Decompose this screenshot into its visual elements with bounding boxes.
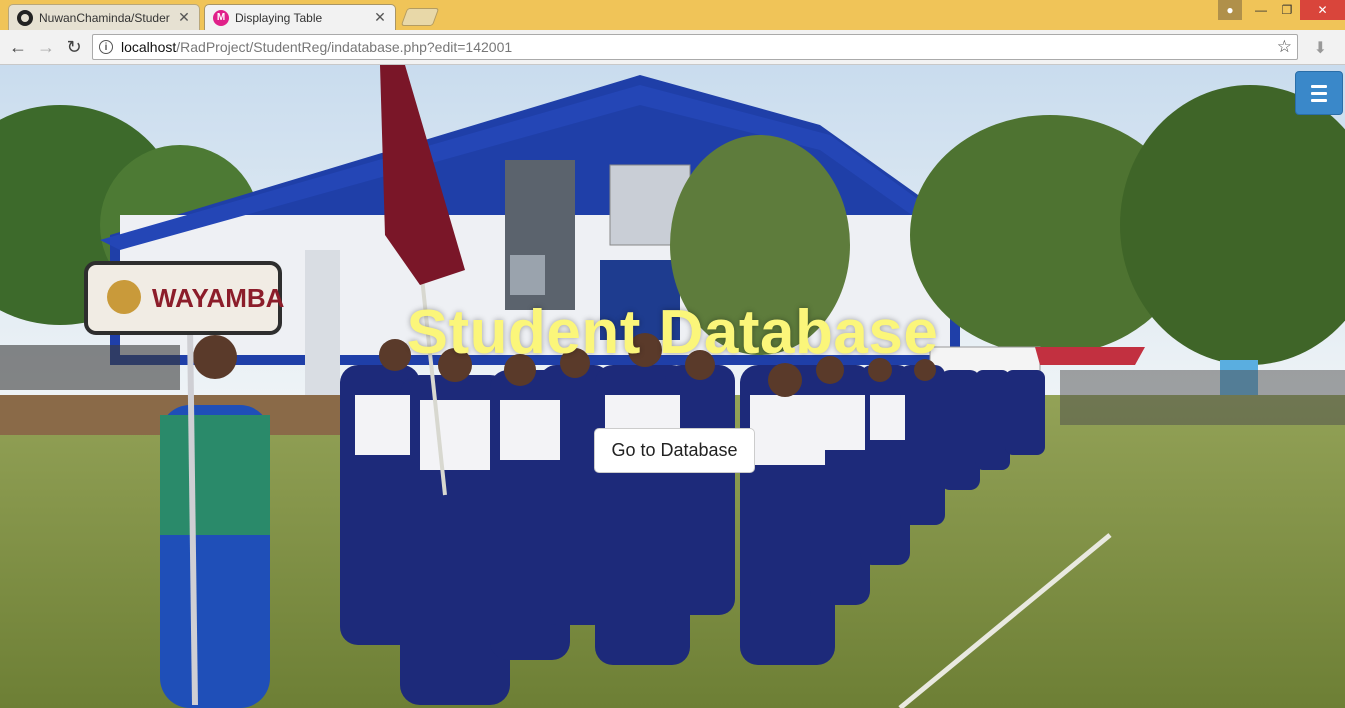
- maximize-button[interactable]: ❐: [1274, 0, 1300, 20]
- url-path: /RadProject/StudentReg/indatabase.php?ed…: [176, 39, 513, 55]
- tab-github[interactable]: NuwanChaminda/Studer ✕: [8, 4, 200, 30]
- hero-background-photo: WAYAMBA: [0, 65, 1345, 708]
- page-content: WAYAMBA Student Database Go to Database: [0, 65, 1345, 708]
- m-icon: M: [213, 9, 229, 26]
- tab-title: Displaying Table: [235, 10, 323, 25]
- url-host: localhost: [121, 39, 177, 55]
- window-controls: ● — ❐ ✕: [1218, 0, 1345, 22]
- info-icon[interactable]: i: [99, 40, 113, 54]
- github-icon: [17, 9, 33, 26]
- close-icon[interactable]: ✕: [373, 9, 387, 26]
- user-icon[interactable]: ●: [1218, 0, 1242, 20]
- tab-title: NuwanChaminda/Studer: [39, 10, 170, 25]
- menu-line: [1311, 91, 1327, 95]
- back-button[interactable]: ←: [6, 36, 30, 58]
- browser-toolbar: ← → ↻ i localhost/RadProject/StudentReg/…: [0, 30, 1345, 65]
- tab-displaying-table[interactable]: M Displaying Table ✕: [204, 4, 396, 30]
- reload-button[interactable]: ↻: [62, 36, 86, 58]
- new-tab-button[interactable]: [400, 8, 440, 26]
- address-bar[interactable]: i localhost/RadProject/StudentReg/indata…: [92, 34, 1298, 60]
- go-to-database-button[interactable]: Go to Database: [594, 428, 755, 473]
- forward-button[interactable]: →: [34, 36, 58, 58]
- close-icon[interactable]: ✕: [177, 9, 191, 26]
- star-icon[interactable]: ☆: [1277, 37, 1292, 57]
- menu-line: [1311, 98, 1327, 102]
- download-icon[interactable]: ⬇: [1314, 38, 1327, 58]
- minimize-button[interactable]: —: [1248, 0, 1274, 20]
- tab-strip: NuwanChaminda/Studer ✕ M Displaying Tabl…: [0, 0, 1345, 30]
- hero-title: Student Database: [406, 298, 939, 367]
- hamburger-menu-button[interactable]: [1295, 71, 1343, 115]
- menu-line: [1311, 84, 1327, 88]
- close-window-button[interactable]: ✕: [1300, 0, 1345, 20]
